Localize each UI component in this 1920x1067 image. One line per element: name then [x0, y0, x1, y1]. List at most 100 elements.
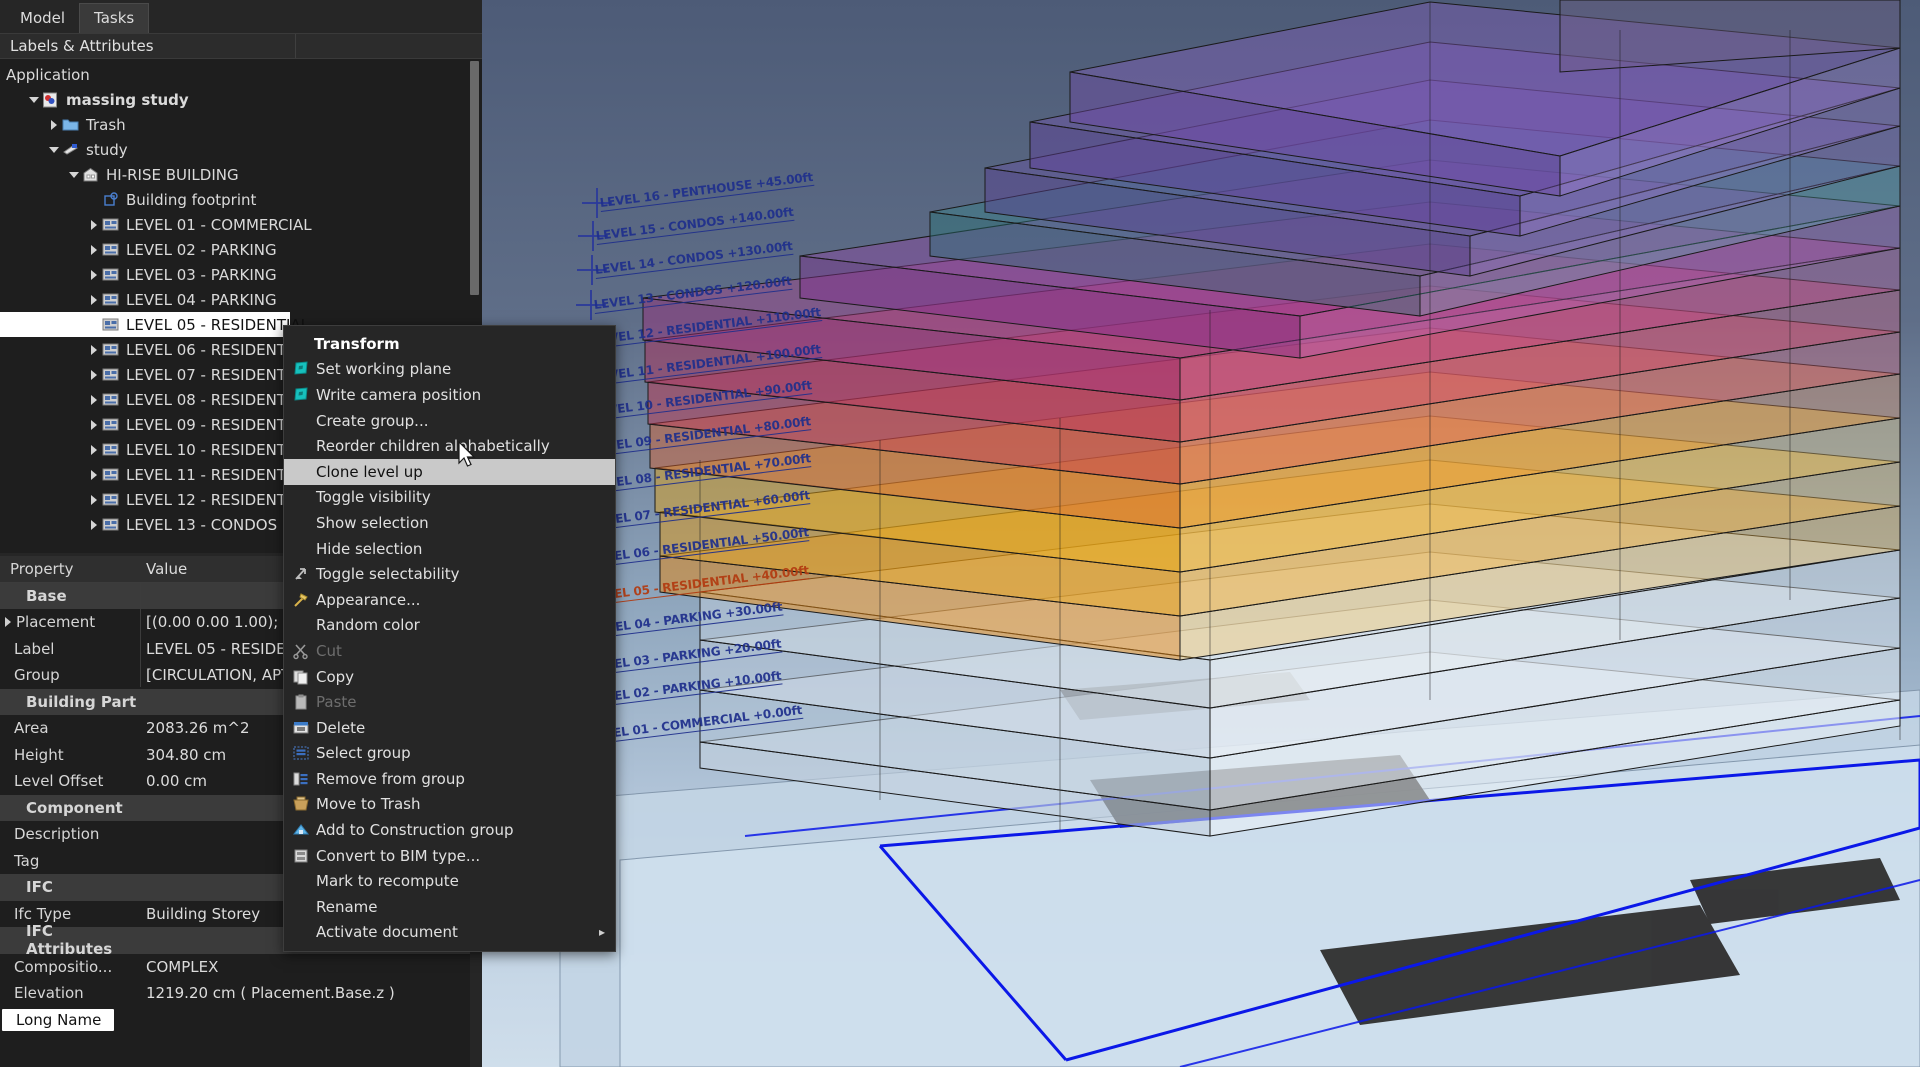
- chevron-down-icon[interactable]: [26, 92, 42, 108]
- menu-item-label: Appearance...: [316, 590, 421, 609]
- menu-item-mark-to-recompute[interactable]: Mark to recompute: [284, 868, 615, 894]
- building-part-icon: [102, 417, 120, 433]
- chevron-right-icon[interactable]: [86, 517, 102, 533]
- tree-item-level-01-commercial[interactable]: LEVEL 01 - COMMERCIAL: [0, 212, 482, 237]
- tree-scrollbar-thumb[interactable]: [470, 61, 479, 295]
- menu-item-create-group[interactable]: Create group...: [284, 408, 615, 434]
- tree-item-hi-rise-building[interactable]: HI-RISE BUILDING: [0, 162, 482, 187]
- tree-item-level-04-parking[interactable]: LEVEL 04 - PARKING: [0, 287, 482, 312]
- property-value[interactable]: 1219.20 cm ( Placement.Base.z ): [140, 984, 470, 1002]
- building-part-icon: [102, 267, 120, 283]
- tree-item-label: LEVEL 13 - CONDOS: [126, 515, 278, 534]
- menu-item-remove-from-group[interactable]: Remove from group: [284, 766, 615, 792]
- tree-item-label: LEVEL 05 - RESIDENTIAL: [126, 315, 310, 334]
- menu-item-hide-selection[interactable]: Hide selection: [284, 536, 615, 562]
- property-row-elevation[interactable]: Elevation 1219.20 cm ( Placement.Base.z ): [0, 980, 470, 1007]
- property-key-label: Placement: [16, 613, 96, 632]
- no-icon: [292, 923, 310, 941]
- menu-item-activate-document[interactable]: Activate document ▸: [284, 920, 615, 946]
- property-key: IFC Attributes: [0, 922, 140, 958]
- chevron-down-icon[interactable]: [66, 167, 82, 183]
- tab-tasks[interactable]: Tasks: [79, 3, 150, 33]
- property-key-label: IFC: [26, 878, 53, 897]
- property-row-compositio[interactable]: Compositio... COMPLEX: [0, 954, 470, 981]
- chevron-down-icon[interactable]: [46, 142, 62, 158]
- building-part-icon: [102, 217, 120, 233]
- menu-item-cut: Cut: [284, 638, 615, 664]
- building-part-icon: [102, 392, 120, 408]
- chevron-right-icon[interactable]: [86, 492, 102, 508]
- chevron-right-icon[interactable]: [86, 417, 102, 433]
- tree-context-menu[interactable]: Transform Set working plane Write camera p…: [283, 325, 616, 953]
- property-key: Height: [0, 746, 140, 764]
- clipboard-icon: [292, 693, 310, 711]
- menu-item-move-to-trash[interactable]: Move to Trash: [284, 792, 615, 818]
- menu-item-label: Hide selection: [316, 539, 423, 558]
- tree-item-building-footprint[interactable]: Building footprint: [0, 187, 482, 212]
- chevron-right-icon[interactable]: [86, 342, 102, 358]
- menu-item-write-camera-position[interactable]: Write camera position: [284, 382, 615, 408]
- menu-item-select-group[interactable]: Select group: [284, 741, 615, 767]
- tree-item-level-03-parking[interactable]: LEVEL 03 - PARKING: [0, 262, 482, 287]
- building-part-icon: [102, 467, 120, 483]
- menu-item-appearance[interactable]: Appearance...: [284, 587, 615, 613]
- tree-item-label: LEVEL 07 - RESIDENTIAL: [126, 365, 310, 384]
- property-key: Group: [0, 666, 140, 684]
- building-part-icon: [102, 367, 120, 383]
- menu-item-add-to-construction-group[interactable]: Add to Construction group: [284, 817, 615, 843]
- no-icon: [292, 412, 310, 430]
- chevron-right-icon[interactable]: [86, 467, 102, 483]
- property-key: Compositio...: [0, 958, 140, 976]
- menu-item-label: Set working plane: [316, 360, 452, 379]
- column-header-labels-attributes[interactable]: Labels & Attributes: [0, 34, 296, 58]
- document-icon: [42, 92, 60, 108]
- tree-item-trash[interactable]: Trash: [0, 112, 482, 137]
- chevron-right-icon[interactable]: [46, 117, 62, 133]
- property-row-long-name[interactable]: Long Name: [0, 1007, 470, 1034]
- chevron-right-icon[interactable]: [86, 292, 102, 308]
- chevron-right-icon[interactable]: [86, 367, 102, 383]
- menu-item-show-selection[interactable]: Show selection: [284, 510, 615, 536]
- mouse-cursor: [458, 441, 476, 467]
- chevron-right-icon[interactable]: [86, 392, 102, 408]
- menu-item-paste: Paste: [284, 689, 615, 715]
- chevron-right-icon[interactable]: [86, 242, 102, 258]
- menu-item-delete[interactable]: Delete: [284, 715, 615, 741]
- tree-item-level-05-residential[interactable]: LEVEL 05 - RESIDENTIAL: [0, 312, 309, 337]
- tree-item-label: HI-RISE BUILDING: [106, 165, 239, 184]
- menu-item-set-working-plane[interactable]: Set working plane: [284, 357, 615, 383]
- building-part-icon: [102, 292, 120, 308]
- tree-item-label: LEVEL 08 - RESIDENTIAL: [126, 390, 310, 409]
- tree-item-label: massing study: [66, 90, 189, 109]
- building-part-icon: [102, 317, 120, 333]
- chevron-right-icon[interactable]: [86, 442, 102, 458]
- property-value[interactable]: COMPLEX: [140, 958, 470, 976]
- tree-item-label: Building footprint: [126, 190, 257, 209]
- working-plane-icon: [292, 360, 310, 378]
- menu-item-label: Create group...: [316, 411, 429, 430]
- property-key: Placement: [0, 613, 140, 631]
- menu-item-clone-level-up[interactable]: Clone level up: [284, 458, 615, 485]
- no-icon: [292, 898, 310, 916]
- tree-item-massing-study[interactable]: massing study: [0, 87, 482, 112]
- menu-item-random-color[interactable]: Random color: [284, 613, 615, 639]
- no-icon: [292, 872, 310, 890]
- tab-model[interactable]: Model: [6, 4, 80, 33]
- menu-item-toggle-visibility[interactable]: Toggle visibility: [284, 485, 615, 511]
- chevron-right-icon[interactable]: [2, 615, 16, 629]
- menu-item-copy[interactable]: Copy: [284, 664, 615, 690]
- menu-item-convert-to-bim-type[interactable]: Convert to BIM type...: [284, 843, 615, 869]
- menu-item-rename[interactable]: Rename: [284, 894, 615, 920]
- chevron-right-icon[interactable]: [86, 267, 102, 283]
- tree-item-study[interactable]: study: [0, 137, 482, 162]
- tree-root-application[interactable]: Application: [0, 62, 482, 87]
- menu-item-reorder-children-alphabetically[interactable]: Reorder children alphabetically: [284, 433, 615, 459]
- property-key: IFC: [0, 878, 140, 896]
- column-header-description[interactable]: [296, 34, 482, 58]
- chevron-right-icon[interactable]: [86, 217, 102, 233]
- property-key-label: Long Name: [16, 1010, 102, 1029]
- remove-group-icon: [292, 770, 310, 788]
- no-icon: [292, 437, 310, 455]
- tree-item-level-02-parking[interactable]: LEVEL 02 - PARKING: [0, 237, 482, 262]
- menu-item-toggle-selectability[interactable]: Toggle selectability: [284, 561, 615, 587]
